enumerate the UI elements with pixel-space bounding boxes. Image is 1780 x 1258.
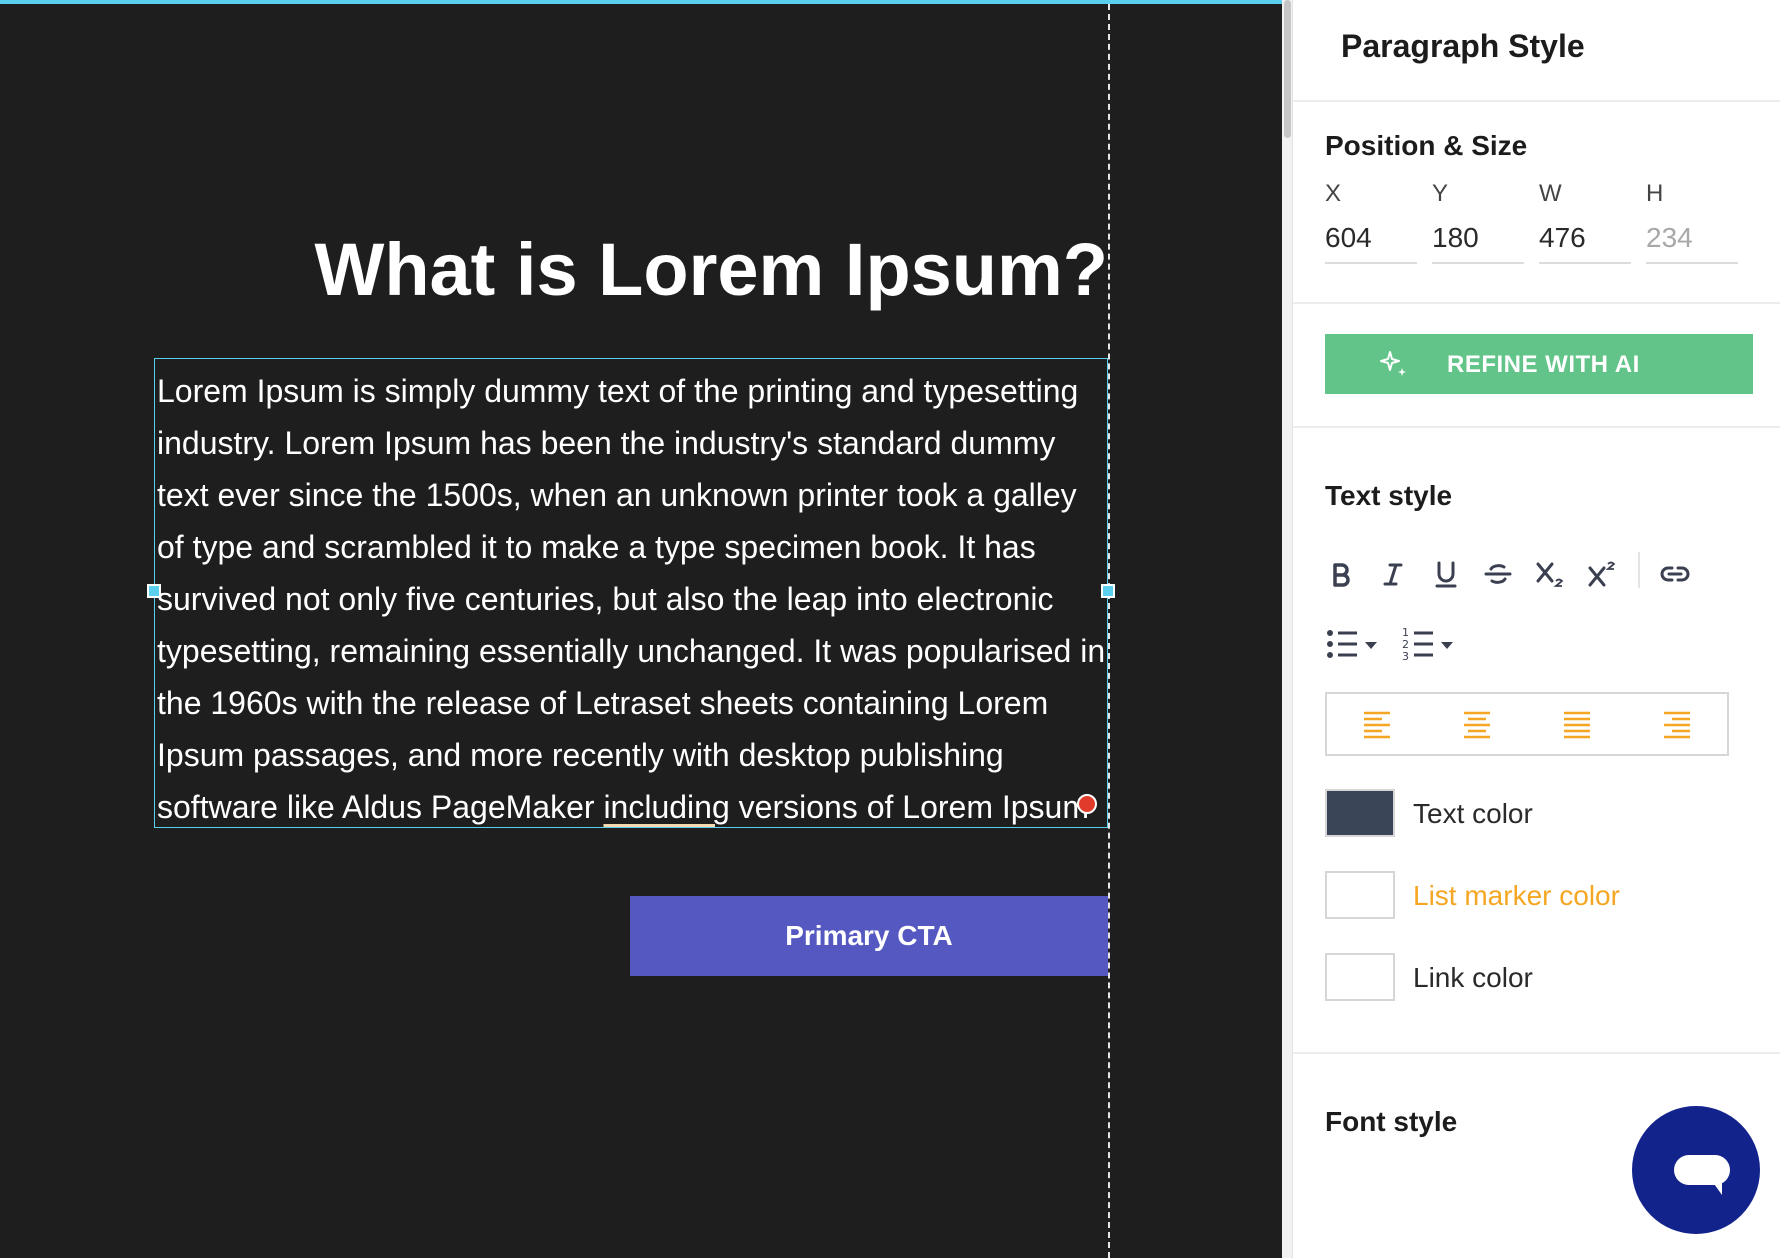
font-style-title: Font style bbox=[1325, 1106, 1458, 1137]
bulleted-list-button[interactable] bbox=[1325, 624, 1385, 664]
divider bbox=[1293, 426, 1780, 428]
x-field: X bbox=[1325, 180, 1417, 264]
divider bbox=[1293, 302, 1780, 304]
canvas-scrollbar-thumb[interactable] bbox=[1284, 0, 1291, 138]
align-left-icon bbox=[1364, 711, 1390, 739]
text-cursor-marker bbox=[1077, 794, 1097, 814]
toolbar-separator bbox=[1638, 552, 1640, 588]
h-input[interactable] bbox=[1646, 222, 1738, 264]
headline-text[interactable]: What is Lorem Ipsum? bbox=[314, 225, 1108, 315]
subscript-button[interactable] bbox=[1529, 552, 1573, 596]
bold-button[interactable] bbox=[1319, 552, 1363, 596]
paragraph-text[interactable]: Lorem Ipsum is simply dummy text of the … bbox=[157, 365, 1107, 833]
chevron-down-icon bbox=[1441, 642, 1453, 649]
resize-handle-left[interactable] bbox=[147, 584, 161, 598]
w-input[interactable] bbox=[1539, 222, 1631, 264]
list-marker-color-label: List marker color bbox=[1413, 880, 1620, 911]
h-field: H bbox=[1646, 180, 1738, 264]
bold-icon bbox=[1333, 563, 1350, 587]
subscript-icon bbox=[1536, 562, 1564, 587]
paragraph-text-part: versions of Lorem Ipsum bbox=[729, 789, 1089, 825]
paragraph-style-panel: Paragraph Style Position & Size X Y W H … bbox=[1292, 0, 1780, 1258]
divider bbox=[1293, 100, 1780, 102]
selected-paragraph-box[interactable]: Lorem Ipsum is simply dummy text of the … bbox=[147, 358, 1115, 828]
chat-button[interactable] bbox=[1632, 1106, 1760, 1234]
underline-icon bbox=[1435, 561, 1457, 588]
bulleted-list-icon bbox=[1327, 630, 1377, 658]
align-center-icon bbox=[1464, 711, 1490, 739]
link-color-label: Link color bbox=[1413, 962, 1533, 993]
refine-label: REFINE WITH AI bbox=[1447, 351, 1640, 378]
canvas-scrollbar-track[interactable] bbox=[1282, 0, 1292, 1258]
sparkle-icon bbox=[1380, 351, 1406, 376]
primary-cta-button[interactable]: Primary CTA bbox=[630, 896, 1108, 976]
italic-icon bbox=[1383, 563, 1403, 586]
underline-button[interactable] bbox=[1424, 552, 1468, 596]
align-justify-button[interactable] bbox=[1527, 694, 1627, 754]
right-margin-guide bbox=[1108, 4, 1110, 1258]
strikethrough-button[interactable] bbox=[1476, 552, 1520, 596]
paragraph-text-part: Lorem Ipsum is simply dummy text of the … bbox=[157, 373, 1106, 825]
link-button[interactable] bbox=[1653, 552, 1697, 596]
resize-handle-right[interactable] bbox=[1101, 584, 1115, 598]
align-right-button[interactable] bbox=[1627, 694, 1727, 754]
text-color-swatch[interactable] bbox=[1325, 789, 1395, 837]
y-field: Y bbox=[1432, 180, 1524, 264]
w-field: W bbox=[1539, 180, 1631, 264]
superscript-icon bbox=[1588, 561, 1616, 587]
position-size-title: Position & Size bbox=[1325, 130, 1528, 161]
svg-text:3: 3 bbox=[1402, 650, 1409, 663]
list-marker-color-swatch[interactable] bbox=[1325, 871, 1395, 919]
x-label: X bbox=[1325, 180, 1342, 207]
link-color-swatch[interactable] bbox=[1325, 953, 1395, 1001]
design-canvas[interactable]: What is Lorem Ipsum? Lorem Ipsum is simp… bbox=[0, 0, 1282, 1258]
w-label: W bbox=[1539, 180, 1562, 207]
x-input[interactable] bbox=[1325, 222, 1417, 264]
numbered-list-button[interactable]: 1 2 3 bbox=[1401, 624, 1461, 664]
link-icon bbox=[1660, 566, 1690, 582]
panel-title: Paragraph Style bbox=[1341, 28, 1585, 64]
italic-button[interactable] bbox=[1371, 552, 1415, 596]
align-center-button[interactable] bbox=[1427, 694, 1527, 754]
y-label: Y bbox=[1432, 180, 1449, 207]
y-input[interactable] bbox=[1432, 222, 1524, 264]
chat-bubble-icon bbox=[1674, 1155, 1730, 1195]
canvas-top-accent-bar bbox=[0, 0, 1282, 4]
chevron-down-icon bbox=[1365, 642, 1377, 649]
superscript-button[interactable] bbox=[1581, 552, 1625, 596]
strikethrough-icon bbox=[1484, 564, 1512, 584]
misspelled-word[interactable]: including bbox=[603, 789, 729, 825]
alignment-group bbox=[1325, 692, 1729, 756]
numbered-list-icon: 1 2 3 bbox=[1402, 626, 1453, 663]
text-color-label: Text color bbox=[1413, 798, 1533, 829]
divider bbox=[1293, 1052, 1780, 1054]
align-justify-icon bbox=[1564, 711, 1590, 739]
text-style-title: Text style bbox=[1325, 480, 1453, 511]
refine-with-ai-button[interactable]: REFINE WITH AI bbox=[1325, 334, 1753, 394]
h-label: H bbox=[1646, 180, 1664, 207]
align-left-button[interactable] bbox=[1327, 694, 1427, 754]
align-right-icon bbox=[1664, 711, 1690, 739]
